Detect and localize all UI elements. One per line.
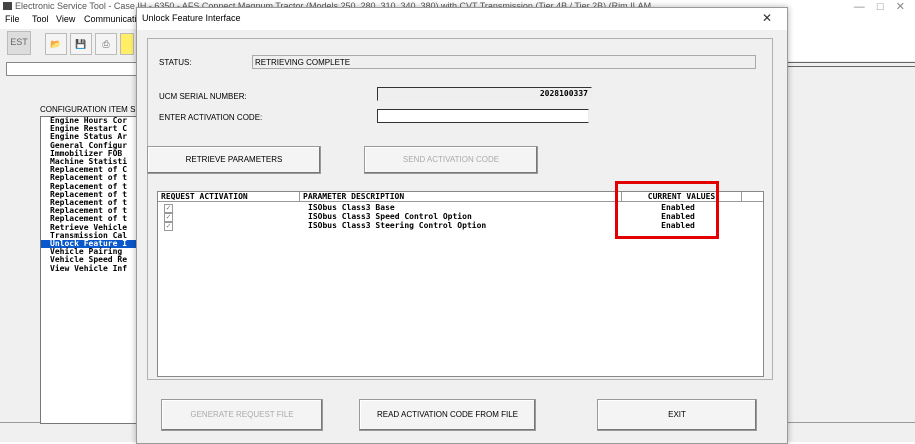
print-icon[interactable]: ⎙	[95, 33, 117, 55]
serial-label: UCM SERIAL NUMBER:	[159, 92, 247, 101]
dialog-title: Unlock Feature Interface	[142, 13, 241, 23]
serial-number-field: 2028100337	[377, 87, 592, 101]
parameter-description: ISObus Class3 Base	[308, 203, 395, 212]
status-value: RETRIEVING COMPLETE	[255, 58, 351, 67]
config-list-item[interactable]: View Vehicle Inf	[41, 264, 141, 273]
close-icon[interactable]: ✕	[762, 11, 772, 25]
window-controls[interactable]: — □ ✕	[854, 0, 905, 13]
menu-communication[interactable]: Communicatio	[84, 14, 142, 24]
exit-button[interactable]: EXIT	[597, 399, 757, 431]
est-icon[interactable]: EST	[7, 31, 31, 55]
config-item-label: CONFIGURATION ITEM SE	[40, 105, 141, 114]
menu-file[interactable]: File	[5, 14, 20, 24]
help-icon[interactable]	[120, 33, 134, 55]
column-header-spacer	[742, 192, 763, 202]
read-activation-code-button[interactable]: READ ACTIVATION CODE FROM FILE	[359, 399, 536, 431]
parameter-description: ISObus Class3 Speed Control Option	[308, 212, 472, 221]
current-values-highlight	[615, 181, 719, 239]
request-checkbox[interactable]: ✓	[164, 222, 173, 231]
activation-code-label: ENTER ACTIVATION CODE:	[159, 113, 263, 122]
open-icon[interactable]: 📂	[45, 33, 67, 55]
menu-view[interactable]: View	[56, 14, 75, 24]
path-box	[6, 62, 142, 76]
column-header-description[interactable]: PARAMETER DESCRIPTION	[300, 192, 622, 202]
app-icon	[3, 2, 12, 10]
activation-code-input[interactable]	[377, 109, 589, 123]
save-icon[interactable]: 💾	[70, 33, 92, 55]
retrieve-parameters-button[interactable]: RETRIEVE PARAMETERS	[147, 146, 321, 174]
column-header-request[interactable]: REQUEST ACTIVATION	[158, 192, 300, 202]
parameter-description: ISObus Class3 Steering Control Option	[308, 221, 487, 230]
status-label: STATUS:	[159, 58, 192, 67]
generate-request-file-button[interactable]: GENERATE REQUEST FILE	[161, 399, 323, 431]
config-item-list[interactable]: Engine Hours Cor Engine Restart C Engine S…	[40, 116, 142, 424]
menu-tool[interactable]: Tool	[32, 14, 49, 24]
send-activation-code-button[interactable]: SEND ACTIVATION CODE	[364, 146, 538, 174]
unlock-feature-dialog: Unlock Feature Interface ✕ STATUS: RETRI…	[136, 7, 788, 444]
divider	[778, 62, 915, 67]
